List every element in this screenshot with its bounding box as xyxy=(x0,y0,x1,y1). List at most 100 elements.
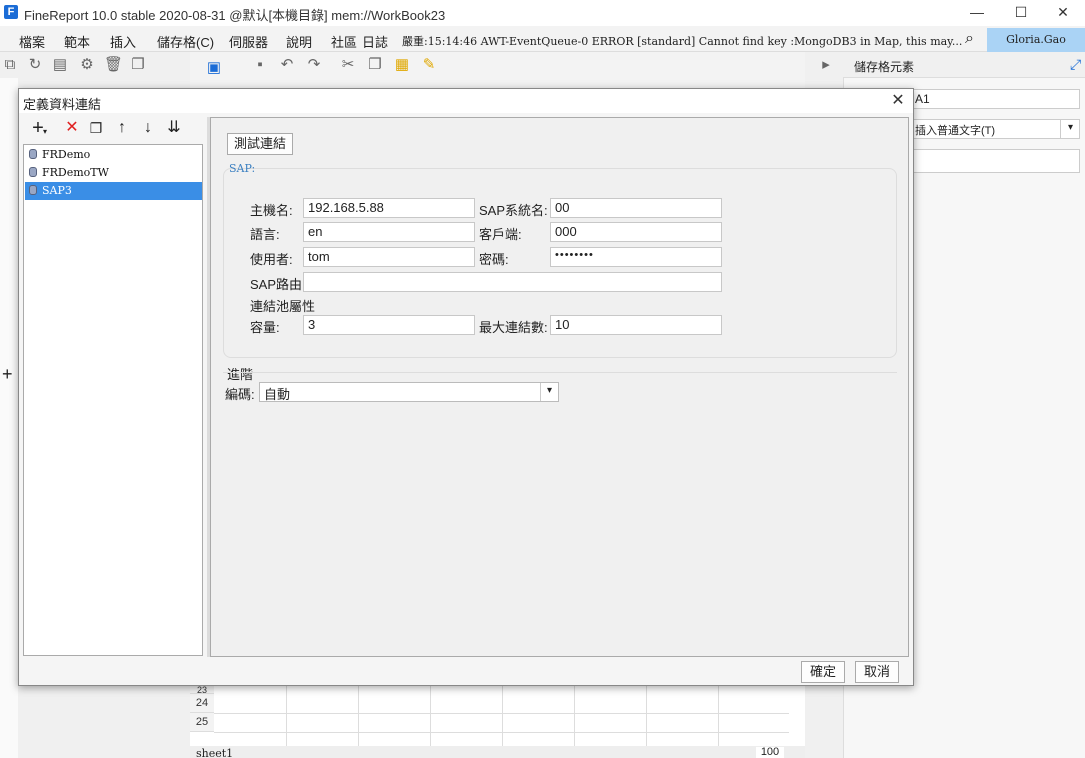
row-header[interactable]: 25 xyxy=(190,713,214,732)
password-label: 密碼: xyxy=(479,252,509,267)
format-painter-icon[interactable]: ✎ xyxy=(421,57,437,73)
cut-icon[interactable]: ✂ xyxy=(340,57,356,73)
move-down-icon[interactable]: ↓ xyxy=(137,117,159,139)
menu-template[interactable]: 範本 xyxy=(64,32,90,51)
connection-name: SAP3 xyxy=(42,184,72,197)
row-header[interactable]: 24 xyxy=(190,694,214,713)
move-up-icon[interactable]: ↑ xyxy=(111,117,133,139)
menu-server[interactable]: 伺服器 xyxy=(229,32,268,51)
menu-community[interactable]: 社區 xyxy=(331,32,357,51)
host-field[interactable]: 192.168.5.88 xyxy=(303,198,475,218)
copy-cell-icon[interactable]: ❐ xyxy=(367,57,383,73)
delete-icon[interactable]: 🗑 xyxy=(104,57,123,73)
zoom-field[interactable]: 100 xyxy=(756,747,784,758)
user-field[interactable]: tom xyxy=(303,247,475,267)
dataset-icon[interactable]: ▣ xyxy=(206,60,222,76)
client-field[interactable]: 000 xyxy=(550,222,722,242)
define-data-connection-dialog: 定義資料連結 ✕ + ▾ ✕ ❐ ↑ ↓ ⇊ FRDemo FRDemoTW S… xyxy=(18,88,914,686)
redo-icon[interactable]: ↷ xyxy=(306,57,322,73)
template-icon[interactable]: ▤ xyxy=(52,57,68,73)
connection-name: FRDemo xyxy=(42,148,91,161)
sap-section-title: SAP: xyxy=(229,162,256,175)
menu-file[interactable]: 檔案 xyxy=(19,32,45,51)
sap-system-field[interactable]: 00 xyxy=(550,198,722,218)
database-icon xyxy=(29,185,37,195)
menu-insert[interactable]: 插入 xyxy=(110,32,136,51)
copy-icon[interactable]: ❐ xyxy=(130,57,146,73)
list-item[interactable]: FRDemo xyxy=(25,146,202,164)
client-label: 客戶端: xyxy=(479,227,522,242)
sort-icon[interactable]: ⇊ xyxy=(163,117,185,139)
chevron-down-icon[interactable]: ▾ xyxy=(1060,119,1080,139)
cancel-button[interactable]: 取消 xyxy=(855,661,899,683)
capacity-field[interactable]: 3 xyxy=(303,315,475,335)
sap-system-label: SAP系統名: xyxy=(479,203,548,218)
database-icon xyxy=(29,167,37,177)
encoding-label: 編碼: xyxy=(225,387,255,402)
max-connections-field[interactable]: 10 xyxy=(550,315,722,335)
undo-icon[interactable]: ↶ xyxy=(279,57,295,73)
sheet-status-bar xyxy=(190,746,805,758)
grid-line xyxy=(574,686,575,746)
sheet-grid[interactable] xyxy=(190,686,805,746)
chevron-down-icon[interactable]: ▾ xyxy=(540,383,558,401)
max-connections-label: 最大連結數: xyxy=(479,320,548,335)
divider xyxy=(223,372,897,373)
add-icon[interactable]: + xyxy=(2,364,13,385)
connection-toolbar: + ▾ ✕ ❐ ↑ ↓ ⇊ xyxy=(23,117,208,141)
expand-right-icon[interactable]: ▸ xyxy=(818,57,834,73)
connection-list: FRDemo FRDemoTW SAP3 xyxy=(23,144,203,656)
add-dropdown-chevron-icon[interactable]: ▾ xyxy=(40,121,50,143)
menu-cell[interactable]: 儲存格(C) xyxy=(157,32,214,51)
user-badge[interactable]: Gloria.Gao xyxy=(987,28,1085,52)
delete-connection-icon[interactable]: ✕ xyxy=(61,117,83,139)
list-item-selected[interactable]: SAP3 xyxy=(25,182,202,200)
grid-line xyxy=(358,686,359,746)
grid-line xyxy=(502,686,503,746)
expand-panel-icon[interactable]: ⤢ xyxy=(1070,56,1081,73)
dialog-title: 定義資料連結 xyxy=(23,97,102,112)
pool-properties-label: 連結池屬性 xyxy=(250,299,316,314)
sheet-tab[interactable]: sheet1 xyxy=(196,747,233,758)
window-title: FineReport 10.0 stable 2020-08-31 @默认[本機… xyxy=(24,8,446,23)
test-connection-button[interactable]: 測試連結 xyxy=(227,133,293,155)
language-field[interactable]: en xyxy=(303,222,475,242)
search-icon[interactable]: ⌕ xyxy=(965,30,974,48)
maximize-button[interactable]: ☐ xyxy=(999,2,1043,24)
database-icon xyxy=(29,149,37,159)
grid-line xyxy=(430,686,431,746)
cell-content-field[interactable] xyxy=(910,149,1080,173)
close-icon[interactable]: ✕ xyxy=(887,91,909,111)
row-header[interactable]: 23 xyxy=(190,686,214,694)
connection-detail-panel: 測試連結 SAP: 主機名: 192.168.5.88 SAP系統名: 00 語… xyxy=(210,117,909,657)
sap-router-field[interactable] xyxy=(303,272,722,292)
grid-line xyxy=(286,686,287,746)
encoding-select[interactable]: 自動 xyxy=(259,382,559,402)
sap-router-label: SAP路由: xyxy=(250,277,306,292)
password-field[interactable]: •••••••• xyxy=(550,247,722,267)
grid-line xyxy=(718,686,719,746)
new-template-icon[interactable]: ⧉ xyxy=(2,57,18,73)
log-message: 嚴重:15:14:46 AWT-EventQueue-0 ERROR [stan… xyxy=(402,35,963,48)
connection-name: FRDemoTW xyxy=(42,166,109,179)
save-icon[interactable]: ▪ xyxy=(252,57,268,73)
menu-log[interactable]: 日誌 xyxy=(362,32,388,51)
settings-icon[interactable]: ⚙ xyxy=(79,57,95,73)
grid-line xyxy=(646,686,647,746)
insert-type-select[interactable]: 插入普通文字(T) xyxy=(910,119,1080,139)
menu-help[interactable]: 說明 xyxy=(286,32,312,51)
list-item[interactable]: FRDemoTW xyxy=(25,164,202,182)
refresh-icon[interactable]: ↻ xyxy=(27,57,43,73)
user-label: 使用者: xyxy=(250,252,293,267)
language-label: 語言: xyxy=(250,227,280,242)
finereport-logo-icon: F xyxy=(4,5,18,19)
paste-icon[interactable]: ▦ xyxy=(394,57,410,73)
template-tree-panel xyxy=(0,78,18,758)
minimize-button[interactable]: — xyxy=(955,2,999,24)
close-window-button[interactable]: ✕ xyxy=(1041,2,1085,24)
ok-button[interactable]: 確定 xyxy=(801,661,845,683)
cell-name-field[interactable]: A1 xyxy=(910,89,1080,109)
dialog-title-bar xyxy=(19,89,913,113)
capacity-label: 容量: xyxy=(250,320,280,335)
copy-connection-icon[interactable]: ❐ xyxy=(85,117,107,139)
